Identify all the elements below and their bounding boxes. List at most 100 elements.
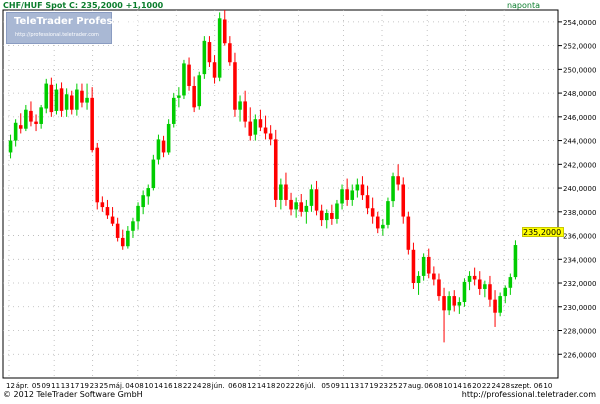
x-tick-label: 06 bbox=[424, 382, 433, 390]
x-tick-label: 18 bbox=[173, 382, 182, 390]
x-tick-label: 13 bbox=[350, 382, 359, 390]
y-tick-label: 254,0000 bbox=[563, 19, 596, 27]
candle-body bbox=[120, 237, 125, 247]
x-tick-label: 20 bbox=[472, 382, 481, 390]
candle-body bbox=[289, 199, 293, 210]
y-tick-label: 242,0000 bbox=[563, 161, 596, 169]
candle-body bbox=[488, 284, 492, 300]
y-tick-label: 234,0000 bbox=[563, 256, 596, 264]
x-tick-label: 10 bbox=[443, 382, 452, 390]
candle-body bbox=[396, 176, 400, 185]
candle-body bbox=[360, 184, 365, 196]
candle-body bbox=[370, 208, 375, 217]
x-tick-label: 23 bbox=[90, 382, 99, 390]
candle-body bbox=[386, 201, 390, 225]
candle-body bbox=[59, 88, 64, 111]
x-tick-label: 26 bbox=[295, 382, 304, 390]
candle-body bbox=[263, 127, 268, 134]
y-tick-label: 238,0000 bbox=[563, 209, 596, 217]
candle-body bbox=[304, 205, 309, 212]
candlestick-chart[interactable]: 226,0000 228,0000 230,0000 232,0000 234,0000… bbox=[0, 0, 600, 400]
x-tick-label: 25 bbox=[389, 382, 398, 390]
candle-body bbox=[182, 63, 186, 96]
y-tick-label: 228,0000 bbox=[563, 328, 596, 336]
x-tick-label: 22 bbox=[286, 382, 295, 390]
x-tick-label: 04 bbox=[125, 382, 134, 390]
symbol-header: CHF/HUF Spot C: 235,2000 +1,1000 bbox=[3, 1, 164, 10]
candle-body bbox=[467, 275, 472, 282]
candle-body bbox=[156, 139, 161, 160]
candle-body bbox=[100, 202, 105, 208]
candle-body bbox=[498, 296, 502, 313]
candle-body bbox=[330, 212, 334, 219]
candle-body bbox=[411, 249, 416, 284]
x-tick-label: 14 bbox=[257, 382, 266, 390]
x-tick-label: 28 bbox=[501, 382, 510, 390]
x-tick-label: 14 bbox=[453, 382, 462, 390]
candle-body bbox=[442, 296, 446, 311]
x-tick-label: 10 bbox=[144, 382, 153, 390]
candle-body bbox=[69, 95, 74, 110]
candle-body bbox=[13, 122, 18, 141]
y-tick-label: 226,0000 bbox=[563, 351, 596, 359]
copyright-text: © 2012 TeleTrader Software GmbH bbox=[3, 390, 143, 399]
candle-body bbox=[268, 133, 273, 140]
candle-body bbox=[437, 279, 441, 297]
x-tick-label: 11 bbox=[51, 382, 60, 390]
candle-body bbox=[426, 256, 431, 274]
teletrader-logo: TeleTrader Professional http://professio… bbox=[6, 12, 146, 44]
candle-body bbox=[115, 223, 120, 238]
candle-body bbox=[171, 97, 176, 124]
x-tick-label: 12 bbox=[6, 382, 15, 390]
x-tick-label: 17 bbox=[70, 382, 79, 390]
candle-body bbox=[105, 207, 110, 216]
x-tick-label: szept. bbox=[511, 382, 532, 390]
x-tick-label: máj. bbox=[109, 382, 124, 390]
candle-body bbox=[228, 43, 232, 63]
x-tick-label: 19 bbox=[369, 382, 378, 390]
candle-body bbox=[39, 107, 43, 124]
x-tick-label: 05 bbox=[32, 382, 41, 390]
candle-body bbox=[253, 119, 258, 135]
candle-body bbox=[477, 279, 482, 289]
candle-body bbox=[54, 89, 59, 111]
x-tick-label: 22 bbox=[183, 382, 192, 390]
footer-url-link[interactable]: http://professional.teletrader.com bbox=[462, 390, 596, 399]
x-tick-label: 12 bbox=[247, 382, 256, 390]
candle-body bbox=[161, 140, 166, 153]
candle-body bbox=[177, 95, 181, 98]
x-tick-label: ápr. bbox=[16, 382, 29, 390]
candle-body bbox=[222, 19, 227, 44]
candle-body bbox=[44, 83, 49, 109]
x-tick-label: 16 bbox=[164, 382, 173, 390]
x-tick-label: 22 bbox=[482, 382, 491, 390]
candle-body bbox=[483, 284, 487, 289]
y-tick-label: 230,0000 bbox=[563, 304, 596, 312]
candle-body bbox=[324, 212, 329, 221]
x-tick-label: 13 bbox=[61, 382, 70, 390]
candle-body bbox=[503, 287, 508, 297]
candle-body bbox=[365, 195, 370, 209]
candle-body bbox=[513, 245, 518, 278]
y-tick-label: 248,0000 bbox=[563, 90, 596, 98]
x-tick-label: 16 bbox=[463, 382, 472, 390]
x-tick-label: 24 bbox=[193, 382, 202, 390]
x-tick-label: 11 bbox=[341, 382, 350, 390]
candle-body bbox=[136, 205, 140, 222]
candle-body bbox=[18, 125, 23, 129]
x-tick-label: 10 bbox=[543, 382, 552, 390]
x-tick-label: 05 bbox=[321, 382, 330, 390]
candle-body bbox=[217, 18, 222, 78]
x-tick-label: 23 bbox=[379, 382, 388, 390]
candle-body bbox=[335, 203, 339, 219]
candle-body bbox=[34, 121, 38, 124]
candle-body bbox=[299, 202, 304, 212]
candle-body bbox=[141, 195, 145, 208]
candle-body bbox=[238, 101, 242, 110]
candle-body bbox=[192, 85, 196, 108]
y-tick-label: 240,0000 bbox=[563, 185, 596, 193]
chart-window: 226,0000 228,0000 230,0000 232,0000 234,0000… bbox=[0, 0, 600, 400]
y-tick-label: 246,0000 bbox=[563, 114, 596, 122]
candle-body bbox=[233, 62, 237, 110]
candle-body bbox=[146, 188, 151, 197]
